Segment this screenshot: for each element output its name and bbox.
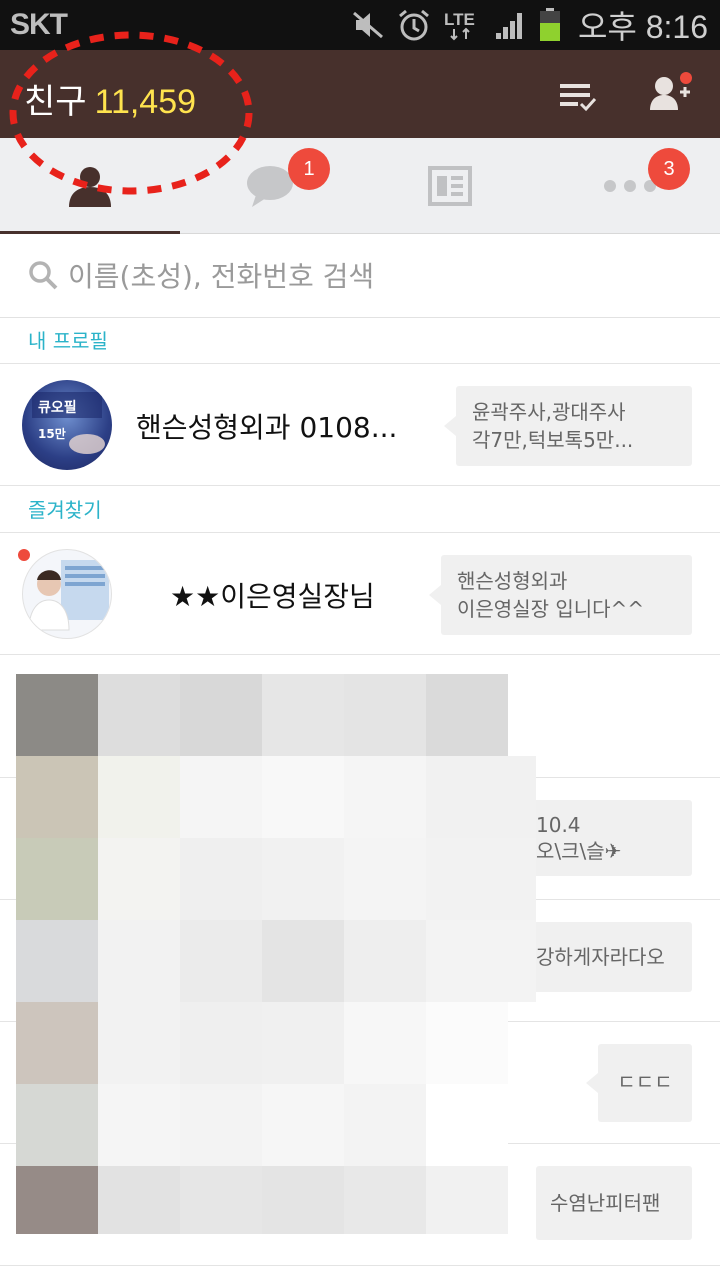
page-title: 친구 11,459 bbox=[24, 74, 196, 123]
avatar-text-2: 15만 bbox=[38, 426, 66, 441]
avatar: 큐오필 15만 bbox=[22, 380, 112, 470]
status-bar: SKT LTE 오후 8:16 bbox=[0, 0, 720, 50]
carrier-label: SKT bbox=[10, 8, 68, 41]
favorite-avatar-image bbox=[28, 560, 109, 631]
more-badge: 3 bbox=[648, 148, 690, 190]
profile-avatar-image: 큐오필 15만 bbox=[32, 392, 105, 454]
my-profile-name: 핸슨성형외과 0108... bbox=[136, 411, 398, 444]
friend-status: 강하게자라다오 bbox=[522, 922, 692, 992]
status-line: 10.4 bbox=[536, 813, 581, 837]
battery-icon bbox=[539, 8, 560, 41]
tab-friends[interactable] bbox=[0, 138, 180, 235]
search-input[interactable] bbox=[68, 250, 688, 302]
friend-count: 11,459 bbox=[94, 83, 197, 121]
friend-status: 수염난피터팬 bbox=[536, 1166, 692, 1240]
person-icon bbox=[69, 167, 111, 207]
search-bar bbox=[0, 234, 720, 318]
friend-status: ㄷㄷㄷ bbox=[586, 1044, 692, 1122]
tab-channel[interactable] bbox=[360, 138, 540, 234]
news-icon bbox=[428, 166, 472, 206]
title-label: 친구 bbox=[24, 82, 87, 122]
my-profile-row[interactable]: 큐오필 15만 핸슨성형외과 0108... 윤곽주사,광대주사 각7만,턱보톡… bbox=[0, 364, 720, 486]
mute-icon bbox=[352, 11, 383, 39]
edit-list-icon bbox=[560, 84, 597, 112]
status-line: 오\크\슬✈ bbox=[536, 839, 622, 863]
status-icons: LTE 오후 8:16 bbox=[350, 0, 708, 50]
status-line: 윤곽주사,광대주사 bbox=[472, 400, 626, 424]
clock: 오후 8:16 bbox=[577, 9, 708, 45]
status-line: 핸슨성형외과 bbox=[457, 569, 568, 593]
edit-list-button[interactable] bbox=[548, 64, 608, 124]
notification-dot bbox=[680, 72, 692, 84]
avatar bbox=[22, 549, 112, 639]
status-line: 이은영실장 입니다^^ bbox=[457, 597, 645, 621]
new-dot bbox=[18, 549, 30, 561]
status-line: 각7만,턱보톡5만... bbox=[472, 428, 634, 452]
tab-bar: 1 3 bbox=[0, 138, 720, 235]
tab-chats[interactable]: 1 bbox=[180, 138, 360, 234]
section-my-profile: 내 프로필 bbox=[0, 318, 720, 364]
privacy-mosaic bbox=[16, 674, 536, 1234]
app-header: 친구 11,459 bbox=[0, 50, 720, 138]
tab-more[interactable]: 3 bbox=[540, 138, 720, 234]
svg-text:LTE: LTE bbox=[444, 10, 475, 29]
add-friend-icon bbox=[650, 77, 690, 110]
add-friend-button[interactable] bbox=[640, 64, 700, 124]
alarm-icon bbox=[398, 9, 429, 41]
favorite-row[interactable]: ★★이은영실장님 핸슨성형외과 이은영실장 입니다^^ bbox=[0, 533, 720, 655]
section-favorites: 즐겨찾기 bbox=[0, 487, 720, 533]
signal-icon bbox=[495, 13, 522, 39]
avatar-text-1: 큐오필 bbox=[38, 399, 77, 416]
my-profile-status: 윤곽주사,광대주사 각7만,턱보톡5만... bbox=[444, 386, 692, 466]
lte-icon: LTE bbox=[444, 10, 475, 41]
favorite-status: 핸슨성형외과 이은영실장 입니다^^ bbox=[429, 555, 692, 635]
friend-status: 10.4 오\크\슬✈ bbox=[522, 800, 692, 876]
search-icon bbox=[29, 261, 58, 290]
chat-badge: 1 bbox=[288, 148, 330, 190]
favorite-name: ★★이은영실장님 bbox=[170, 580, 375, 613]
